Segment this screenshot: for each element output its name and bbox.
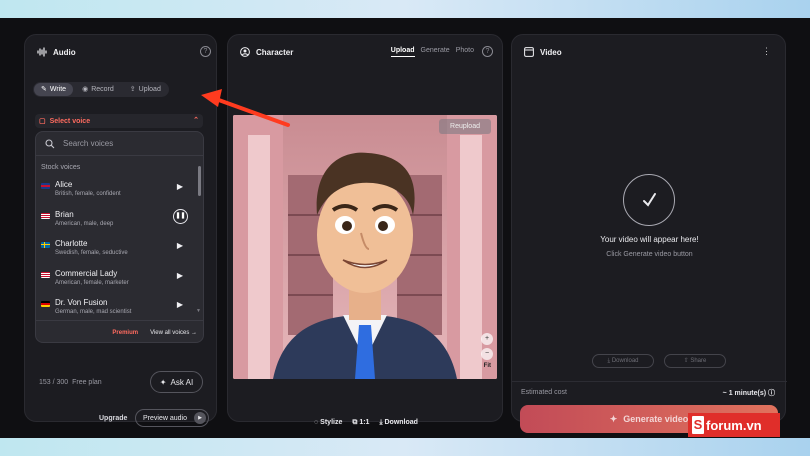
video-placeholder-message: Your video will appear here! [600, 235, 699, 244]
reupload-button[interactable]: Reupload [439, 119, 491, 134]
audio-header: Audio [37, 47, 76, 57]
character-tabs: Upload Generate Photo [390, 47, 474, 57]
user-circle-icon [240, 47, 250, 57]
play-icon[interactable]: ▶ [177, 241, 183, 250]
video-panel: Video ⋮ Your video will appear here! Cli… [511, 34, 787, 433]
zoom-controls: + − [481, 333, 493, 363]
tab-record[interactable]: ◉ Record [75, 83, 121, 96]
play-icon[interactable]: ▶ [177, 300, 183, 309]
play-icon: ▶ [194, 412, 206, 424]
us-flag-icon [41, 213, 50, 219]
video-frame-icon [524, 47, 534, 57]
record-icon: ◉ [82, 86, 89, 93]
select-voice-label: Select voice [49, 117, 91, 125]
video-download-button[interactable]: ⤓ Download [592, 354, 654, 368]
info-icon: ⓘ [768, 390, 775, 397]
stock-voices-label: Stock voices [41, 164, 81, 171]
video-share-button[interactable]: ⇧ Share [664, 354, 726, 368]
chat-icon: ◌ [314, 419, 319, 426]
zoom-out-icon[interactable]: − [481, 348, 493, 360]
tab-photo[interactable]: Photo [456, 47, 474, 57]
upload-icon: ⇪ [129, 86, 136, 93]
dropdown-footer: Premium View all voices → [36, 320, 203, 342]
view-all-voices-link[interactable]: View all voices → [150, 330, 197, 336]
app-window: Audio ? ✎ Write ◉ Record ⇪ Upload ▢ Select … [0, 18, 810, 438]
voice-item-brian[interactable]: Brian American, male, deep ❚❚ [41, 209, 191, 236]
annotation-arrow [201, 89, 290, 127]
check-circle-icon [623, 174, 675, 226]
pen-icon: ✎ [41, 86, 47, 93]
tab-write[interactable]: ✎ Write [34, 83, 74, 96]
usage-counter: 153 / 300 Free plan [39, 379, 102, 386]
tab-upload[interactable]: Upload [390, 47, 415, 57]
sparkle-icon: ✦ [159, 377, 167, 387]
preview-audio-button[interactable]: Preview audio ▶ [135, 409, 209, 427]
uk-flag-icon [41, 183, 50, 189]
upgrade-link[interactable]: Upgrade [99, 415, 127, 422]
search-icon [45, 138, 55, 148]
download-icon: ⤓ [379, 419, 383, 426]
audio-tabs: ✎ Write ◉ Record ⇪ Upload [33, 82, 169, 97]
voice-item-commercial-lady[interactable]: Commercial Lady American, female, market… [41, 269, 191, 295]
share-icon: ⇧ [683, 358, 689, 364]
divider [512, 381, 787, 382]
estimated-cost-label: Estimated cost [521, 389, 567, 396]
play-icon[interactable]: ▶ [177, 271, 183, 280]
more-options-icon[interactable]: ⋮ [762, 46, 771, 57]
crop-icon: ⧉ [352, 419, 358, 426]
dropdown-scrollbar[interactable] [198, 166, 201, 196]
zoom-in-icon[interactable]: + [481, 333, 493, 345]
arrow-right-icon: → [191, 329, 197, 336]
se-flag-icon [41, 242, 50, 248]
voice-item-charlotte[interactable]: Charlotte Swedish, female, seductive ▶ [41, 239, 191, 265]
premium-label: Premium [112, 329, 139, 336]
video-placeholder-hint: Click Generate video button [606, 251, 693, 258]
select-voice-dropdown[interactable]: ▢ Select voice ⌃ [35, 114, 203, 128]
speech-icon: ▢ [39, 118, 46, 125]
download-icon: ⤓ [607, 358, 611, 364]
tab-upload[interactable]: ⇪ Upload [123, 83, 168, 96]
audio-panel: Audio ? ✎ Write ◉ Record ⇪ Upload ▢ Select … [24, 34, 217, 427]
ratio-button[interactable]: ⧉ 1:1 [352, 419, 369, 427]
tab-generate[interactable]: Generate [421, 47, 450, 57]
voice-item-alice[interactable]: Alice British, female, confident ▶ [41, 180, 191, 206]
character-footer: ◌ Stylize ⧉ 1:1 ⤓ Download [228, 419, 504, 427]
watermark-logo: S forum.vn [688, 413, 780, 437]
sparkle-icon: ✦ [609, 413, 618, 424]
cartoon-man-illustration [233, 115, 497, 379]
estimated-cost-value: ~ 1 minute(s) ⓘ [722, 390, 775, 397]
audio-help-icon[interactable]: ? [200, 46, 211, 57]
waveform-icon [37, 47, 47, 57]
video-actions: ⤓ Download ⇧ Share [592, 354, 726, 368]
character-help-icon[interactable]: ? [482, 46, 493, 57]
character-header: Character [240, 47, 293, 57]
audio-title: Audio [53, 47, 76, 57]
de-flag-icon [41, 301, 50, 307]
character-image: Reupload + − Fit [233, 115, 497, 379]
stylize-button[interactable]: ◌ Stylize [314, 419, 342, 427]
video-header: Video [524, 47, 562, 57]
ask-ai-button[interactable]: ✦ Ask AI [150, 371, 203, 393]
watermark-badge: S [692, 416, 704, 434]
play-icon[interactable]: ▶ [177, 182, 183, 191]
us-flag-icon [41, 272, 50, 278]
download-button[interactable]: ⤓ Download [379, 419, 418, 427]
fit-button[interactable]: Fit [484, 363, 491, 369]
pause-icon[interactable]: ❚❚ [173, 209, 188, 224]
voice-dropdown-menu: Search voices Stock voices Alice British… [35, 131, 204, 343]
watermark-text: forum.vn [706, 417, 762, 433]
search-voices-input[interactable]: Search voices [36, 132, 203, 156]
scroll-down-icon[interactable]: ▼ [196, 308, 201, 314]
